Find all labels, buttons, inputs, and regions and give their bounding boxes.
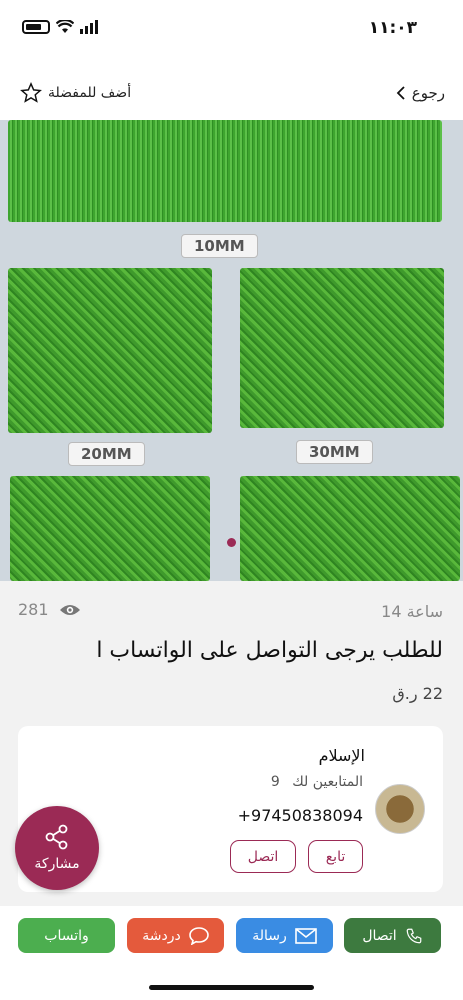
chat-label: دردشة xyxy=(142,927,181,944)
call-button[interactable]: اتصال xyxy=(344,918,441,953)
seller-phone[interactable]: +97450838094 xyxy=(238,806,363,825)
seller-followers: المتابعين لك 9 xyxy=(271,774,363,790)
back-button[interactable]: رجوع xyxy=(396,84,445,102)
message-label: رسالة xyxy=(252,927,287,944)
grass-sample-20mm xyxy=(10,476,210,581)
eye-icon xyxy=(59,604,80,615)
whatsapp-label: واتساب xyxy=(44,927,89,944)
home-indicator xyxy=(149,985,314,990)
size-label-30mm: 30MM xyxy=(296,440,373,464)
status-time: ١١:٠٣ xyxy=(368,18,417,38)
bottom-action-bar: اتصال رسالة دردشة واتساب xyxy=(0,906,463,1000)
gallery-page-indicator[interactable] xyxy=(227,538,236,547)
status-bar: ١١:٠٣ xyxy=(0,0,463,60)
listing-meta: 281 14 ساعة xyxy=(18,600,443,624)
back-label: رجوع xyxy=(411,84,445,102)
posted-time: 14 ساعة xyxy=(381,602,443,621)
size-label-10mm: 10MM xyxy=(181,234,258,258)
share-icon xyxy=(45,824,68,850)
status-icons xyxy=(22,20,100,34)
star-icon xyxy=(20,82,42,103)
grass-sample-right xyxy=(240,268,444,428)
add-favorite-button[interactable]: أضف للمفضلة xyxy=(20,82,131,104)
views-counter: 281 xyxy=(18,600,81,619)
listing-price: 22 ر.ق xyxy=(392,684,443,703)
grass-sample-left xyxy=(8,268,212,433)
chat-bubble-icon xyxy=(188,926,209,945)
grass-sample-10mm xyxy=(8,120,442,222)
grass-sample-30mm xyxy=(240,476,460,581)
chevron-left-icon xyxy=(396,86,405,100)
nav-bar: رجوع أضف للمفضلة xyxy=(0,60,463,120)
seller-avatar[interactable] xyxy=(375,784,425,834)
call-label: اتصال xyxy=(362,927,397,944)
share-button[interactable]: مشاركة xyxy=(15,806,99,890)
chat-button[interactable]: دردشة xyxy=(127,918,224,953)
views-count: 281 xyxy=(18,600,49,619)
signal-icon xyxy=(80,20,98,34)
call-seller-button[interactable]: اتصل xyxy=(230,840,296,873)
favorite-label: أضف للمفضلة xyxy=(48,85,132,101)
share-label: مشاركة xyxy=(34,856,80,872)
followers-label: المتابعين لك xyxy=(292,774,363,790)
followers-count: 9 xyxy=(270,774,280,790)
battery-icon xyxy=(22,20,50,34)
seller-name[interactable]: الإسلام xyxy=(319,746,365,765)
wifi-icon xyxy=(56,20,74,33)
listing-image[interactable]: 10MM 20MM 30MM xyxy=(0,120,463,581)
message-button[interactable]: رسالة xyxy=(236,918,333,953)
whatsapp-button[interactable]: واتساب xyxy=(18,918,115,953)
listing-title: للطلب يرجى التواصل على الواتساب ا xyxy=(96,638,443,663)
envelope-icon xyxy=(294,927,317,944)
phone-icon xyxy=(406,928,422,943)
size-label-20mm: 20MM xyxy=(68,442,145,466)
follow-button[interactable]: تابع xyxy=(308,840,363,873)
